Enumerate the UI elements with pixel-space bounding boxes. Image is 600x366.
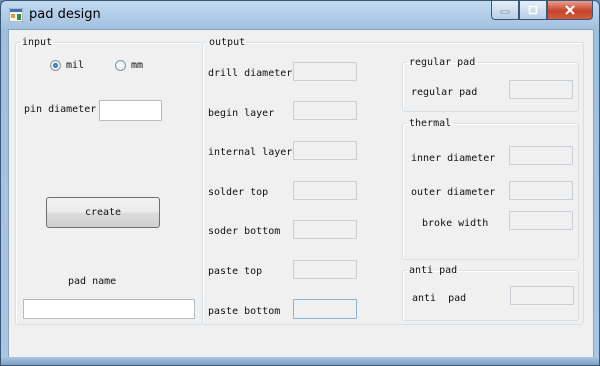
outer-diameter-label: outer diameter <box>411 187 496 198</box>
drill-diameter-field[interactable] <box>293 62 357 81</box>
begin-layer-field[interactable] <box>293 101 357 120</box>
radio-mil-label: mil <box>66 60 85 71</box>
pad-name-input[interactable] <box>23 299 195 319</box>
create-button[interactable]: create <box>46 197 160 228</box>
pad-name-label: pad name <box>68 276 117 287</box>
radio-mm-label: mm <box>131 60 144 71</box>
window-title: pad design <box>29 7 101 22</box>
inner-diameter-field[interactable] <box>509 146 573 165</box>
soder-bottom-label: soder bottom <box>208 226 281 237</box>
unit-radio-mm[interactable]: mm <box>115 60 143 71</box>
internal-layer-label: internal layer <box>208 147 293 158</box>
client-area: input mil mm pin diameter create pad nam… <box>8 29 594 359</box>
anti-pad-legend: anti pad <box>409 265 458 276</box>
broke-width-field[interactable] <box>509 211 573 230</box>
outer-diameter-field[interactable] <box>509 181 573 200</box>
pin-diameter-input[interactable] <box>99 100 162 121</box>
regular-pad-field[interactable] <box>509 80 573 99</box>
thermal-legend: thermal <box>409 118 452 129</box>
inner-diameter-label: inner diameter <box>411 153 496 164</box>
internal-layer-field[interactable] <box>293 141 357 160</box>
begin-layer-label: begin layer <box>208 108 275 119</box>
drill-diameter-label: drill diameter <box>208 68 293 79</box>
pad-design-window: pad design input mil mm pin diameter cre… <box>0 0 600 366</box>
paste-bottom-label: paste bottom <box>208 306 281 317</box>
maximize-icon <box>528 5 538 15</box>
anti-pad-label: anti pad <box>412 293 467 304</box>
anti-pad-field[interactable] <box>510 286 574 305</box>
output-legend: output <box>209 37 246 48</box>
solder-top-field[interactable] <box>293 181 357 200</box>
solder-top-label: solder top <box>208 187 269 198</box>
close-button[interactable] <box>547 1 593 20</box>
broke-width-label: broke width <box>422 218 489 229</box>
pin-diameter-label: pin diameter <box>24 104 97 115</box>
input-legend: input <box>22 37 53 48</box>
regular-pad-label: regular pad <box>411 87 478 98</box>
paste-top-field[interactable] <box>293 260 357 279</box>
regular-pad-legend: regular pad <box>409 57 476 68</box>
radio-mil-circle[interactable] <box>50 60 61 71</box>
soder-bottom-field[interactable] <box>293 220 357 239</box>
unit-radio-mil[interactable]: mil <box>50 60 84 71</box>
paste-top-label: paste top <box>208 266 263 277</box>
minimize-button[interactable] <box>491 1 519 20</box>
maximize-button[interactable] <box>519 1 547 20</box>
paste-bottom-field[interactable] <box>293 299 357 319</box>
close-icon <box>565 5 575 15</box>
title-bar[interactable]: pad design <box>1 1 599 29</box>
minimize-icon <box>500 10 510 14</box>
radio-mm-circle[interactable] <box>115 60 126 71</box>
app-icon <box>9 8 23 22</box>
window-bottom-border <box>1 357 599 365</box>
